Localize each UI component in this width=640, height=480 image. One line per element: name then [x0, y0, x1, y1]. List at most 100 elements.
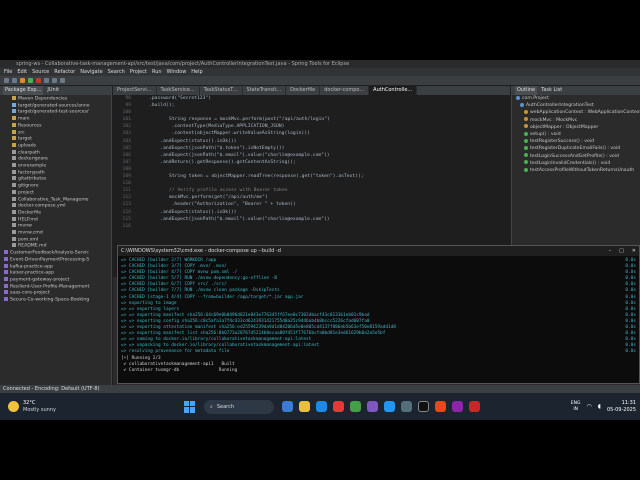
app-icon-2[interactable]	[469, 401, 480, 412]
editor-tab[interactable]: docker-compo...	[320, 86, 370, 95]
menu-item[interactable]: Project	[130, 68, 147, 76]
back-icon[interactable]	[52, 78, 57, 83]
tree-item[interactable]: target/generated-sources/anno	[0, 102, 111, 110]
tree-item[interactable]: src	[0, 129, 111, 137]
postman-icon[interactable]	[435, 401, 446, 412]
close-icon[interactable]: ✕	[632, 248, 636, 254]
app-icon[interactable]	[452, 401, 463, 412]
tree-item[interactable]: mvnw.cmd	[0, 230, 111, 237]
eclipse-icon[interactable]	[401, 401, 412, 412]
outline-item[interactable]: testLoginSuccessAndGetProfile() : void	[512, 153, 640, 160]
search-icon[interactable]	[44, 78, 49, 83]
outline-item[interactable]: com.Project	[512, 95, 640, 102]
file-icon	[12, 142, 16, 147]
tree-item[interactable]: dockerignore	[0, 156, 111, 163]
menu-item[interactable]: Navigate	[80, 68, 102, 76]
taskbar-apps	[282, 401, 480, 412]
menu-item[interactable]: Help	[191, 68, 202, 76]
clock[interactable]: 11:31 05-09-2025	[607, 400, 636, 414]
menu-item[interactable]: Run	[152, 68, 162, 76]
outline-item[interactable]: setup() : void	[512, 131, 640, 138]
editor-tab[interactable]: StateTransit...	[243, 86, 287, 95]
tree-item[interactable]: factorypath	[0, 169, 111, 177]
tree-item[interactable]: Collaborative_Task_Manageme	[0, 196, 111, 204]
outline-item[interactable]: testLoginInvalidCredentials() : void	[512, 160, 640, 167]
debug-icon[interactable]	[20, 78, 25, 83]
file-icon	[4, 270, 8, 275]
speaker-icon[interactable]: ◖	[598, 403, 601, 410]
teams-icon[interactable]	[367, 401, 378, 412]
language-indicator[interactable]: ENG IN	[571, 401, 581, 413]
tree-item[interactable]: HELP.md	[0, 216, 111, 224]
menu-item[interactable]: Search	[108, 68, 125, 76]
wifi-icon[interactable]: ◠	[587, 403, 592, 410]
taskbar-search[interactable]: ⌕ Search	[204, 399, 274, 414]
new-icon[interactable]	[4, 78, 9, 83]
tree-item[interactable]: Dockerfile	[0, 209, 111, 217]
tree-item[interactable]: uploads	[0, 142, 111, 150]
tree-item[interactable]: mvnw	[0, 223, 111, 230]
save-icon[interactable]	[12, 78, 17, 83]
task-view-icon[interactable]	[282, 401, 293, 412]
edge-icon[interactable]	[316, 401, 327, 412]
outline-item[interactable]: objectMapper : ObjectMapper	[512, 124, 640, 131]
editor-tab[interactable]: TaskService...	[157, 86, 200, 95]
tree-item[interactable]: gitattributes	[0, 176, 111, 183]
package-tab[interactable]: JUnit	[47, 86, 59, 95]
tree-item[interactable]: CustomerFeedbackAnalysis-Servic	[0, 250, 111, 257]
tree-item[interactable]: target/generated-test-sources/	[0, 109, 111, 116]
tree-item[interactable]: Event-DrivenPaymentProcessing-S	[0, 256, 111, 264]
menu-item[interactable]: Window	[167, 68, 187, 76]
toolbar	[0, 76, 640, 85]
run-icon[interactable]	[28, 78, 33, 83]
terminal-icon[interactable]	[418, 401, 429, 412]
tree-item[interactable]: Secure-Co-working-Space-Booking	[0, 297, 111, 304]
cmd-title-bar[interactable]: C:\WINDOWS\system32\cmd.exe - docker-com…	[118, 246, 639, 256]
tree-item[interactable]: saas-core-project	[0, 290, 111, 297]
cmd-window[interactable]: C:\WINDOWS\system32\cmd.exe - docker-com…	[117, 245, 640, 384]
member-icon	[524, 124, 528, 129]
menu-item[interactable]: File	[4, 68, 12, 76]
tree-item[interactable]: project	[0, 189, 111, 197]
tree-item[interactable]: payment-gateway-project	[0, 276, 111, 284]
tree-item[interactable]: clearpath	[0, 149, 111, 157]
store-icon[interactable]	[333, 401, 344, 412]
outline-item[interactable]: mockMvc : MockMvc	[512, 117, 640, 124]
tree-item[interactable]: target	[0, 136, 111, 143]
outline-item[interactable]: testAccessProfileWithoutTokenReturnsUnau…	[512, 167, 640, 174]
tree-item[interactable]: pom.xml	[0, 236, 111, 244]
windows-start-icon[interactable]	[184, 400, 196, 413]
menu-item[interactable]: Source	[32, 68, 49, 76]
stop-icon[interactable]	[36, 78, 41, 83]
outline-tab[interactable]: Outline	[515, 86, 538, 95]
tree-item[interactable]: main	[0, 116, 111, 123]
outline-tab[interactable]: Task List	[541, 86, 562, 95]
tree-item[interactable]: envexample	[0, 163, 111, 170]
menu-item[interactable]: Refactor	[54, 68, 75, 76]
tree-item[interactable]: docker-compose.yml	[0, 203, 111, 210]
tree-item[interactable]: README.md	[0, 243, 111, 250]
editor-tab[interactable]: TaskStatusT...	[200, 86, 243, 95]
weather-widget[interactable]: 32°C Mostly sunny	[0, 400, 150, 414]
tree-item[interactable]: Resources	[0, 122, 111, 130]
menu-item[interactable]: Edit	[17, 68, 27, 76]
chrome-icon[interactable]	[350, 401, 361, 412]
editor-tab[interactable]: AuthControlle...	[369, 86, 418, 95]
forward-icon[interactable]	[60, 78, 65, 83]
package-tab[interactable]: Package Exp...	[3, 86, 44, 95]
outline-item[interactable]: webApplicationContext : WebApplicationCo…	[512, 109, 640, 116]
file-explorer-icon[interactable]	[299, 401, 310, 412]
tree-item[interactable]: kaiser-practice-app	[0, 270, 111, 277]
tree-item[interactable]: gitignore	[0, 183, 111, 190]
editor-tab[interactable]: ProjectServi...	[113, 86, 157, 95]
maximize-icon[interactable]: □	[619, 248, 624, 254]
editor-tab[interactable]: Dockerfile	[286, 86, 321, 95]
outline-item[interactable]: AuthControllerIntegrationTest	[512, 102, 640, 109]
tree-item[interactable]: kafka-practice-app	[0, 263, 111, 271]
minimize-icon[interactable]: –	[609, 248, 612, 254]
tree-item[interactable]: Maven Dependencies	[0, 96, 111, 103]
outline-item[interactable]: testRegisterDuplicateEmailFails() : void	[512, 145, 640, 152]
tree-item[interactable]: Resilient-User-Profile-Management	[0, 283, 111, 291]
outline-item[interactable]: testRegisterSuccess() : void	[512, 138, 640, 145]
vscode-icon[interactable]	[384, 401, 395, 412]
